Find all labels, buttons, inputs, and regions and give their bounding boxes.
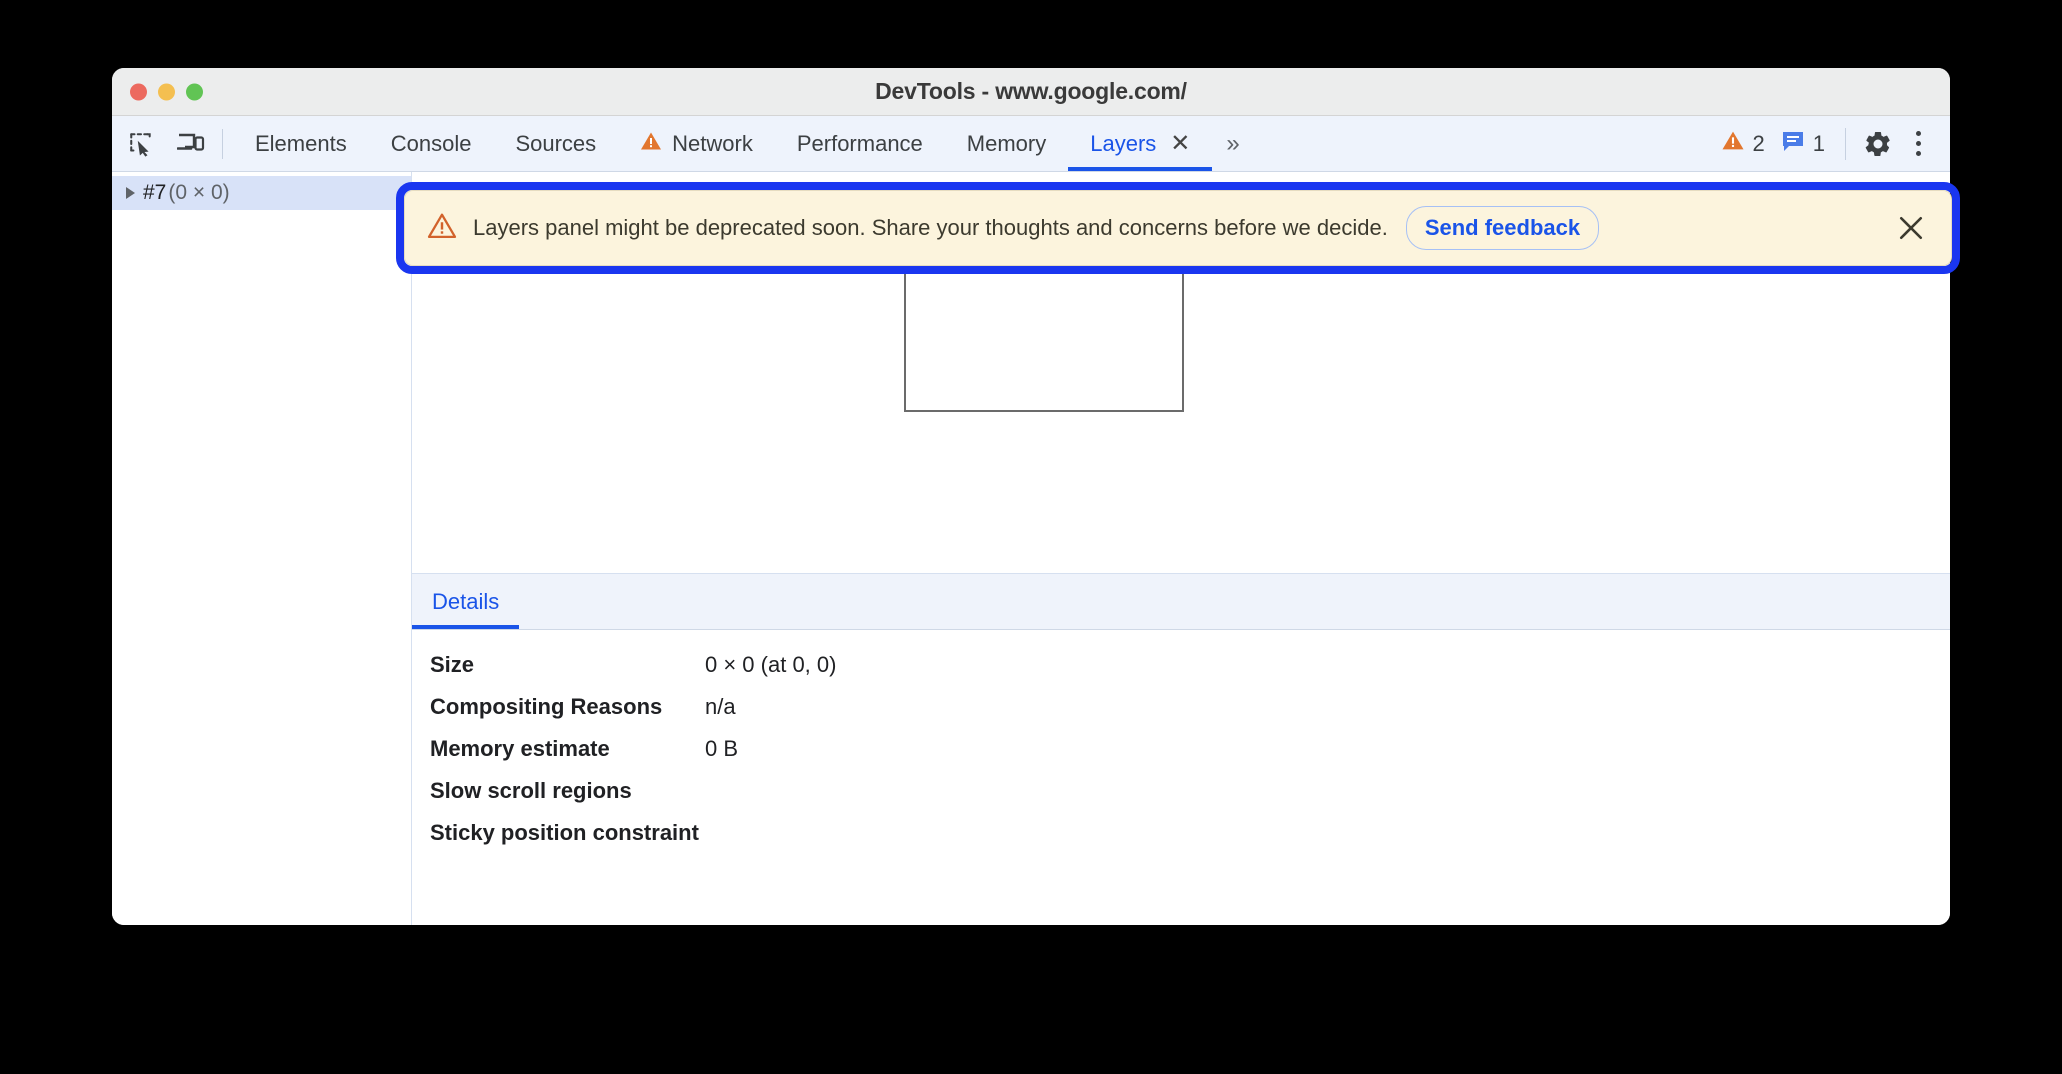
tab-network[interactable]: Network: [618, 116, 775, 171]
details-tabbar: Details: [412, 574, 1950, 630]
device-toolbar-icon[interactable]: [170, 124, 212, 164]
tab-memory[interactable]: Memory: [945, 116, 1068, 171]
tabbar-status-area: 2 1: [1713, 116, 1951, 171]
window-title: DevTools - www.google.com/: [875, 78, 1187, 104]
layers-main-pane: Paints Slow scroll rects Details: [412, 172, 1950, 925]
tab-console[interactable]: Console: [369, 116, 494, 171]
tab-label: Performance: [796, 130, 923, 156]
detail-row: Memory estimate 0 B: [430, 736, 1950, 778]
toolbar-divider: [222, 128, 223, 159]
send-feedback-button[interactable]: Send feedback: [1405, 206, 1600, 250]
message-count: 1: [1812, 130, 1825, 156]
layer-name: #7: [143, 181, 167, 204]
layers-3d-canvas[interactable]: [412, 226, 1950, 574]
tab-label: Memory: [966, 130, 1047, 156]
detail-label: Sticky position constraint: [430, 820, 699, 845]
detail-row: Size 0 × 0 (at 0, 0): [430, 652, 1950, 694]
close-window-button[interactable]: [130, 83, 147, 100]
detail-label: Size: [430, 652, 475, 677]
layers-tree-sidebar: #7 (0 × 0): [112, 172, 412, 925]
inspect-element-icon[interactable]: [120, 124, 162, 164]
tab-label: Sources: [515, 130, 597, 156]
warning-triangle-icon: [640, 131, 662, 157]
tab-label: Details: [432, 588, 500, 614]
minimize-window-button[interactable]: [158, 83, 175, 100]
close-icon[interactable]: [1889, 206, 1933, 250]
banner-message: Layers panel might be deprecated soon. S…: [473, 215, 1388, 240]
detail-value: 0 × 0 (at 0, 0): [705, 652, 837, 677]
tab-layers[interactable]: Layers ✕: [1068, 116, 1213, 171]
layer-dimensions: (0 × 0): [168, 181, 230, 204]
detail-label: Memory estimate: [430, 736, 610, 761]
window-titlebar: DevTools - www.google.com/: [112, 68, 1950, 116]
tab-elements[interactable]: Elements: [233, 116, 369, 171]
warning-triangle-icon: [1721, 130, 1745, 157]
message-counter[interactable]: 1: [1773, 130, 1833, 158]
chevron-right-icon[interactable]: [126, 187, 135, 199]
tab-performance[interactable]: Performance: [775, 116, 945, 171]
tab-label: Layers: [1090, 130, 1157, 156]
layer-rectangle[interactable]: [904, 264, 1184, 412]
close-tab-icon[interactable]: ✕: [1170, 131, 1190, 156]
devtools-body: #7 (0 × 0) Details Size 0 × 0 (at 0, 0) …: [112, 172, 1950, 925]
tab-sources[interactable]: Sources: [493, 116, 618, 171]
kebab-menu-icon[interactable]: [1898, 124, 1938, 164]
tab-label: Network: [672, 130, 753, 156]
message-icon: [1781, 130, 1805, 158]
panel-tabs: Elements Console Sources Network Perform…: [233, 116, 1251, 171]
detail-value: 0 B: [705, 736, 739, 761]
detail-label: Compositing Reasons: [430, 694, 663, 719]
warning-counter[interactable]: 2: [1713, 130, 1773, 157]
warning-count: 2: [1752, 130, 1765, 156]
detail-row: Sticky position constraint: [430, 820, 1950, 862]
detail-row: Compositing Reasons n/a: [430, 694, 1950, 736]
deprecation-banner: Layers panel might be deprecated soon. S…: [404, 190, 1952, 266]
more-tabs-icon[interactable]: »: [1212, 130, 1250, 158]
detail-value: n/a: [705, 694, 736, 719]
detail-label: Slow scroll regions: [430, 778, 632, 803]
tab-details[interactable]: Details: [412, 574, 520, 629]
gear-icon[interactable]: [1858, 124, 1898, 164]
layer-details-list: Size 0 × 0 (at 0, 0) Compositing Reasons…: [412, 630, 1950, 925]
tab-label: Elements: [255, 130, 347, 156]
status-divider: [1845, 127, 1846, 160]
warning-triangle-icon: [427, 212, 457, 244]
layer-tree-item[interactable]: #7 (0 × 0): [112, 176, 411, 210]
tab-label: Console: [390, 130, 472, 156]
devtools-tabbar: Elements Console Sources Network Perform…: [112, 116, 1950, 172]
zoom-window-button[interactable]: [186, 83, 203, 100]
detail-row: Slow scroll regions: [430, 778, 1950, 820]
traffic-lights: [130, 83, 203, 100]
